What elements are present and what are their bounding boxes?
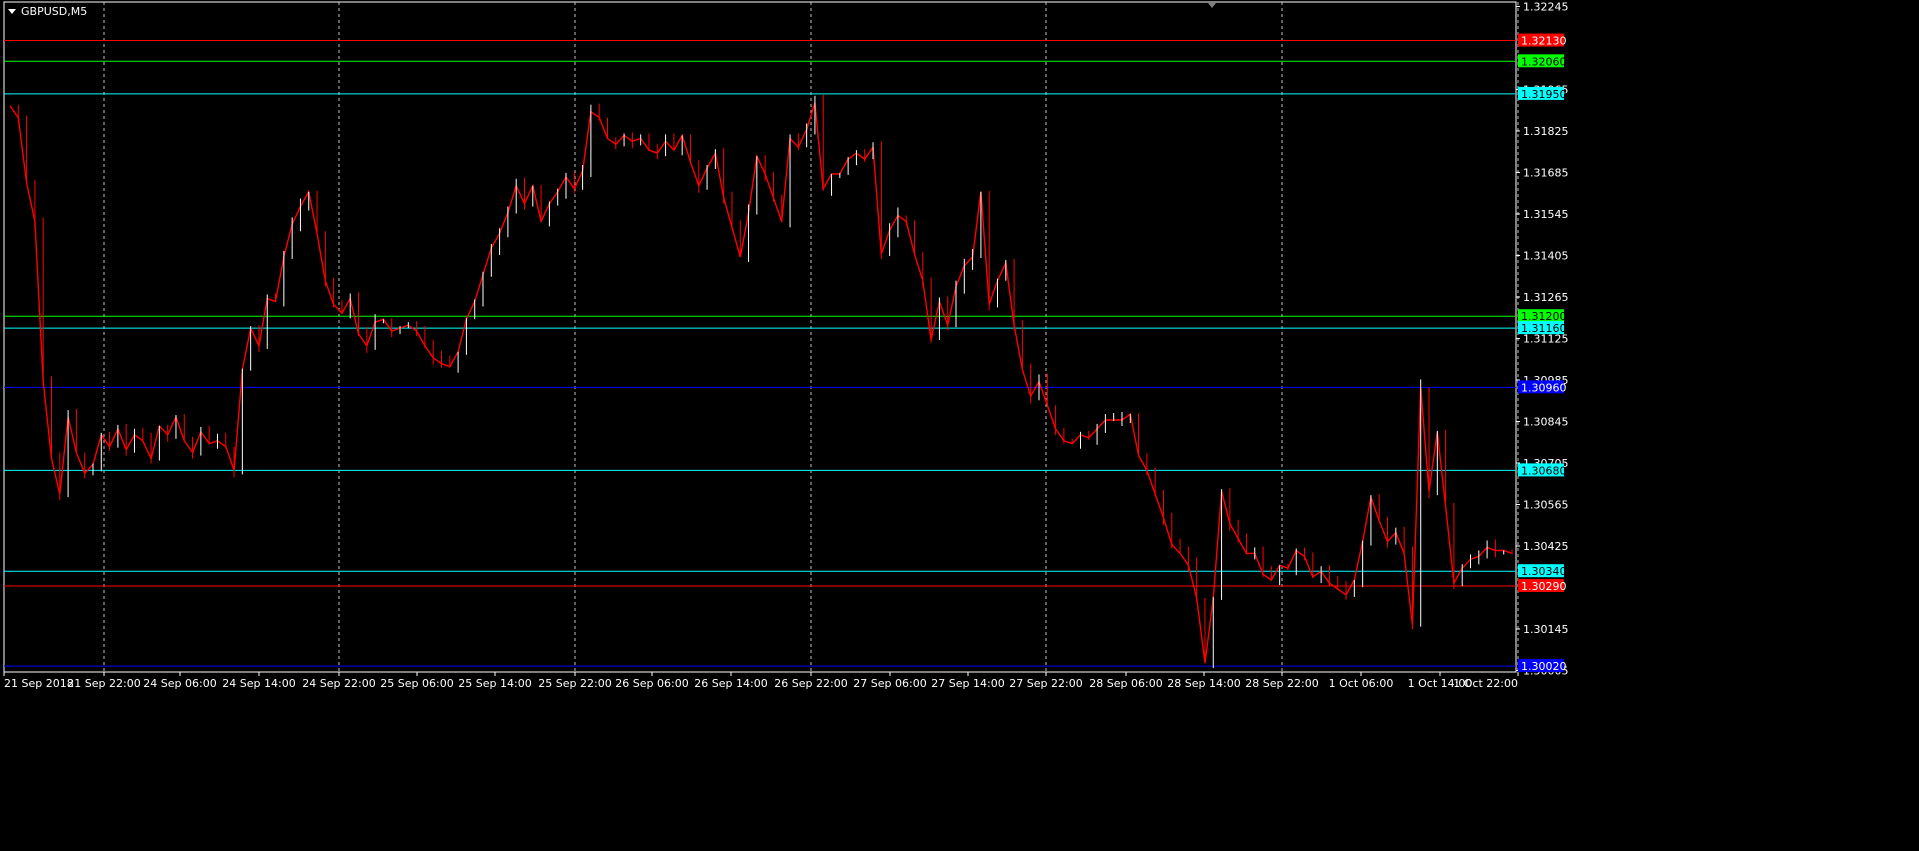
y-tick-label: 1.31545 <box>1523 208 1569 221</box>
y-tick-label: 1.32245 <box>1523 0 1569 13</box>
x-tick-label: 25 Sep 22:00 <box>538 677 611 690</box>
x-tick-label: 28 Sep 14:00 <box>1167 677 1240 690</box>
y-tick-label: 1.30145 <box>1523 623 1569 636</box>
x-tick-label: 26 Sep 22:00 <box>774 677 847 690</box>
x-tick-label: 1 Oct 06:00 <box>1329 677 1394 690</box>
level-price-label: 1.30290 <box>1521 580 1567 593</box>
y-tick-label: 1.31265 <box>1523 291 1569 304</box>
level-price-label: 1.31160 <box>1521 322 1567 335</box>
x-tick-label: 26 Sep 06:00 <box>615 677 688 690</box>
x-tick-label: 27 Sep 14:00 <box>931 677 1004 690</box>
x-tick-label: 28 Sep 22:00 <box>1245 677 1318 690</box>
y-tick-label: 1.30845 <box>1523 415 1569 428</box>
scroll-marker-icon <box>1208 3 1216 8</box>
level-price-label: 1.32130 <box>1521 35 1567 48</box>
level-price-label: 1.31950 <box>1521 88 1567 101</box>
level-price-label: 1.30960 <box>1521 381 1567 394</box>
level-price-label: 1.30020 <box>1521 660 1567 673</box>
price-line <box>9 102 1513 664</box>
y-tick-label: 1.30425 <box>1523 540 1569 553</box>
x-tick-label: 28 Sep 06:00 <box>1089 677 1162 690</box>
x-tick-label: 24 Sep 22:00 <box>302 677 375 690</box>
x-tick-label: 25 Sep 14:00 <box>458 677 531 690</box>
level-price-label: 1.30340 <box>1521 565 1567 578</box>
y-tick-label: 1.31685 <box>1523 166 1569 179</box>
symbol-title: GBPUSD,M5 <box>21 5 88 18</box>
x-tick-label: 21 Sep 2018 <box>4 677 74 690</box>
x-tick-label: 24 Sep 06:00 <box>143 677 216 690</box>
chart-area[interactable]: 21 Sep 2018 21 Sep 22:00 24 Sep 06:00 24 Se… <box>0 0 1919 851</box>
x-tick-label: 24 Sep 14:00 <box>222 677 295 690</box>
x-tick-label: 21 Sep 22:00 <box>67 677 140 690</box>
level-price-label: 1.30680 <box>1521 464 1567 477</box>
x-tick-label: 26 Sep 14:00 <box>694 677 767 690</box>
dropdown-arrow-icon[interactable] <box>8 9 16 14</box>
y-tick-label: 1.31405 <box>1523 249 1569 262</box>
x-tick-label: 27 Sep 22:00 <box>1009 677 1082 690</box>
x-tick-label: 25 Sep 06:00 <box>380 677 453 690</box>
x-tick-label: 1 Oct 22:00 <box>1453 677 1518 690</box>
x-tick-label: 27 Sep 06:00 <box>853 677 926 690</box>
chart-title: GBPUSD,M5 <box>8 5 87 18</box>
price-chart[interactable]: 21 Sep 201821 Sep 22:00 24 Sep 06:00 24 Se… <box>0 0 1919 851</box>
level-price-label: 1.32060 <box>1521 55 1567 68</box>
y-tick-label: 1.31825 <box>1523 125 1569 138</box>
y-tick-label: 1.30565 <box>1523 499 1569 512</box>
